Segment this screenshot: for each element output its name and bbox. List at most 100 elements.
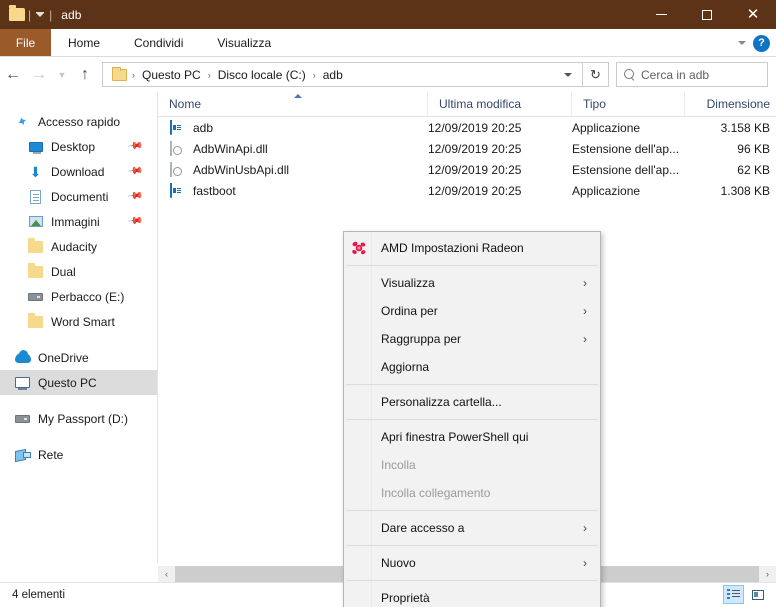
sidebar-item-documenti[interactable]: Documenti 📌 [0,184,157,209]
amd-radeon-icon [352,241,366,255]
details-view-button[interactable] [723,585,744,604]
file-name-cell[interactable]: AdbWinApi.dll [158,140,428,157]
context-menu-separator [346,419,598,420]
this-pc-icon [14,375,31,391]
column-header-ultima-modifica[interactable]: Ultima modifica [428,91,572,117]
cloud-icon [14,349,31,366]
address-dropdown-chevron-down-icon[interactable] [564,72,572,77]
forward-button[interactable]: → [26,62,52,88]
pin-icon[interactable]: 📌 [126,213,143,229]
context-menu-item-label: AMD Impostazioni Radeon [381,241,524,255]
file-name-cell[interactable]: fastboot [158,182,428,199]
sidebar-item-immagini[interactable]: Immagini 📌 [0,209,157,234]
context-menu-item-apri-finestra-powershell-qui[interactable]: Apri finestra PowerShell qui [344,423,600,451]
sidebar-item-label: Download [51,164,105,179]
address-bar: ← → ▼ ↑ › Questo PC › Disco locale (C:) … [0,57,776,92]
table-row[interactable]: adb 12/09/2019 20:25 Applicazione 3.158 KB [158,117,776,138]
desktop-icon [27,139,44,155]
context-menu-item-raggruppa-per[interactable]: Raggruppa per › [344,325,600,353]
file-name-label: AdbWinApi.dll [193,141,268,156]
column-headers: Nome Ultima modifica Tipo Dimensione [158,91,776,117]
sidebar-item-audacity[interactable]: Audacity [0,234,157,259]
sidebar-item-label: Desktop [51,139,96,154]
context-menu-item-personalizza-cartella[interactable]: Personalizza cartella... [344,388,600,416]
maximize-icon [702,9,712,20]
scroll-right-button[interactable]: › [759,566,776,582]
breadcrumb-item-questo-pc[interactable]: Questo PC [137,66,206,84]
tab-condividi[interactable]: Condividi [117,29,200,56]
sidebar-item-label: Documenti [51,189,109,204]
tab-home[interactable]: Home [51,29,117,56]
navigation-pane[interactable]: ✦ Accesso rapido Desktop 📌 ⬇ Download 📌 Documen… [0,92,157,563]
table-row[interactable]: AdbWinUsbApi.dll 12/09/2019 20:25 Estensio… [158,159,776,180]
search-box[interactable]: Cerca in adb [616,62,768,87]
file-name-cell[interactable]: AdbWinUsbApi.dll [158,161,428,178]
back-button[interactable]: ← [0,62,26,88]
quick-access-toolbar-chevron-down-icon[interactable] [36,11,45,17]
recent-locations-chevron-down-icon[interactable]: ▼ [52,62,72,88]
context-menu-item-visualizza[interactable]: Visualizza › [344,269,600,297]
sidebar-item-label: Dual [51,264,76,279]
sidebar-item-word-smart[interactable]: Word Smart [0,309,157,334]
sidebar-item-questo-pc[interactable]: Questo PC [0,370,157,395]
tab-visualizza[interactable]: Visualizza [200,29,288,56]
column-header-nome[interactable]: Nome [158,91,428,117]
breadcrumb-separator-2: › [312,69,316,80]
column-header-tipo[interactable]: Tipo [572,91,685,117]
file-type-cell: Estensione dell'ap... [572,162,680,177]
sidebar-item-download[interactable]: ⬇ Download 📌 [0,159,157,184]
star-pin-icon: ✦ [14,112,31,130]
file-name-label: AdbWinUsbApi.dll [193,162,290,177]
ribbon-collapse-chevron-down-icon[interactable] [738,41,746,45]
context-menu-item-nuovo[interactable]: Nuovo › [344,549,600,577]
tab-file[interactable]: File [0,29,51,56]
pin-icon[interactable]: 📌 [126,163,143,179]
pin-icon[interactable]: 📌 [126,138,143,154]
context-menu-item-amd-impostazioni-radeon[interactable]: AMD Impostazioni Radeon [344,234,600,262]
sidebar-item-desktop[interactable]: Desktop 📌 [0,134,157,159]
context-menu-item-ordina-per[interactable]: Ordina per › [344,297,600,325]
pin-icon[interactable]: 📌 [126,188,143,204]
file-modified-cell: 12/09/2019 20:25 [428,183,522,198]
sidebar-item-label: My Passport (D:) [38,411,129,426]
table-row[interactable]: fastboot 12/09/2019 20:25 Applicazione 1.30… [158,180,776,201]
scroll-left-button[interactable]: ‹ [158,566,175,582]
column-header-dimensione[interactable]: Dimensione [685,92,775,117]
file-name-cell[interactable]: adb [158,119,428,136]
context-menu[interactable]: AMD Impostazioni Radeon Visualizza › Ordina… [343,231,601,607]
breadcrumb-item-disco-locale[interactable]: Disco locale (C:) [213,66,311,84]
file-modified-cell: 12/09/2019 20:25 [428,162,522,177]
context-menu-item-label: Proprietà [381,591,430,605]
up-button[interactable]: ↑ [72,62,98,88]
sidebar-item-label: Questo PC [38,375,97,390]
breadcrumb[interactable]: › Questo PC › Disco locale (C:) › adb [102,62,583,87]
sidebar-item-dual[interactable]: Dual [0,259,157,284]
minimize-icon [655,14,667,15]
context-menu-item-dare-accesso-a[interactable]: Dare accesso a › [344,514,600,542]
file-size-cell: 96 KB [737,141,770,156]
documents-icon [27,189,44,205]
large-icons-view-button[interactable] [747,585,768,604]
sidebar-item-onedrive[interactable]: OneDrive [0,345,157,370]
breadcrumb-item-adb[interactable]: adb [318,66,348,84]
sidebar-item-my-passport-d[interactable]: My Passport (D:) [0,406,157,431]
sidebar-item-rete[interactable]: Rete [0,442,157,467]
sidebar-item-label: Word Smart [51,314,115,329]
sidebar-item-accesso-rapido[interactable]: ✦ Accesso rapido [0,109,157,134]
file-type-cell: Applicazione [572,183,641,198]
maximize-button[interactable] [684,0,730,29]
close-button[interactable]: ✕ [730,0,776,29]
help-button[interactable]: ? [753,34,770,52]
context-menu-item-propriet[interactable]: Proprietà [344,584,600,607]
context-menu-item-aggiorna[interactable]: Aggiorna [344,353,600,381]
submenu-chevron-right-icon: › [583,556,587,570]
file-size-cell: 62 KB [737,162,770,177]
refresh-button[interactable]: ↻ [583,62,609,87]
search-input[interactable]: Cerca in adb [641,68,709,82]
minimize-button[interactable] [638,0,684,29]
file-explorer-window: | | adb ✕ File Home Condividi Visualizza… [0,0,776,607]
table-row[interactable]: AdbWinApi.dll 12/09/2019 20:25 Estensione … [158,138,776,159]
sidebar-item-perbacco-e[interactable]: Perbacco (E:) [0,284,157,309]
